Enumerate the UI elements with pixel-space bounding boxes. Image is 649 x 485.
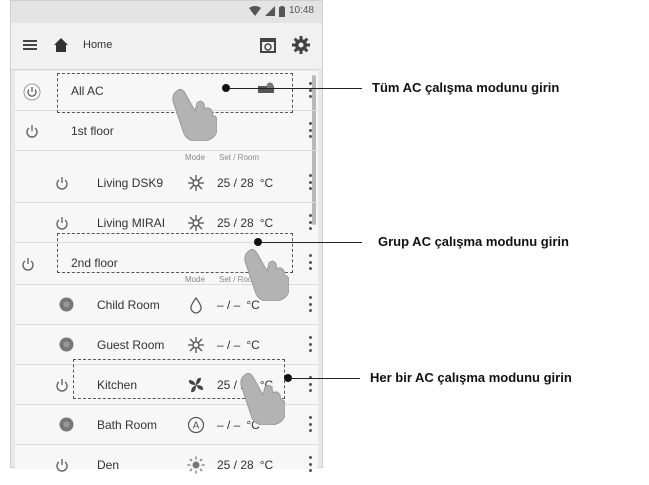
temp-unit: °C xyxy=(259,458,274,472)
temp-reading: 25 / 28 °C xyxy=(217,216,273,230)
temp-reading: 25 / 28 °C xyxy=(217,458,273,472)
temp-value: – / – xyxy=(217,298,241,312)
more-icon[interactable] xyxy=(308,122,312,138)
svg-text:A: A xyxy=(193,421,200,432)
temp-value: – / – xyxy=(217,418,241,432)
temp-reading: 25 / 28 °C xyxy=(217,176,273,190)
temp-value: – / – xyxy=(217,338,241,352)
callout-dot xyxy=(222,84,230,92)
callout-line xyxy=(292,378,360,379)
sun-icon xyxy=(187,456,205,474)
power-icon[interactable] xyxy=(59,417,74,432)
status-time: 10:48 xyxy=(288,5,314,16)
tap-hand-icon xyxy=(172,88,217,141)
callout-group: Grup AC çalışma modunu girin xyxy=(378,234,569,249)
power-icon[interactable] xyxy=(25,124,39,138)
temp-unit: °C xyxy=(246,338,260,352)
fan-icon xyxy=(188,175,204,191)
callout-line xyxy=(262,242,362,243)
unit-name: Guest Room xyxy=(97,338,165,352)
callout-dot xyxy=(254,238,262,246)
more-icon[interactable] xyxy=(308,214,312,230)
temp-value: 25 / 28 xyxy=(217,216,254,230)
more-icon[interactable] xyxy=(308,336,312,352)
unit-name: Bath Room xyxy=(97,418,158,432)
fan-icon xyxy=(188,337,204,353)
tap-hand-icon xyxy=(240,372,285,425)
calendar-icon[interactable] xyxy=(259,36,277,54)
fan-icon xyxy=(188,215,204,231)
column-header-mode: Mode xyxy=(185,275,206,284)
callout-dot xyxy=(284,374,292,382)
power-icon[interactable] xyxy=(55,458,69,472)
power-icon[interactable] xyxy=(55,176,69,190)
app-bar: Home xyxy=(11,23,322,70)
phone-screen: 10:48 Home All AC 1st floor Mode Set / R… xyxy=(10,0,323,474)
power-icon[interactable] xyxy=(55,216,69,230)
unit-row-den[interactable]: Den 25 / 28 °C xyxy=(15,445,318,485)
more-icon[interactable] xyxy=(308,82,312,98)
menu-icon[interactable] xyxy=(23,38,37,52)
more-icon[interactable] xyxy=(308,456,312,472)
more-icon[interactable] xyxy=(308,296,312,312)
unit-name: Child Room xyxy=(97,298,160,312)
status-bar: 10:48 xyxy=(11,1,322,23)
temp-value: 25 / 28 xyxy=(217,458,254,472)
dry-icon xyxy=(190,296,202,314)
more-icon[interactable] xyxy=(308,254,312,270)
unit-name: Living DSK9 xyxy=(97,176,164,190)
column-header-set-room: Set / Room xyxy=(219,153,260,162)
callout-each: Her bir AC çalışma modunu girin xyxy=(370,370,572,385)
power-icon[interactable] xyxy=(59,297,74,312)
auto-icon: A xyxy=(187,416,205,434)
power-icon[interactable] xyxy=(59,337,74,352)
home-icon[interactable] xyxy=(53,37,69,53)
gear-icon[interactable] xyxy=(291,35,311,55)
floor-label: 1st floor xyxy=(71,124,114,138)
temp-unit: °C xyxy=(259,216,274,230)
tap-hand-icon xyxy=(244,248,289,301)
wifi-icon xyxy=(248,6,261,16)
column-header-mode: Mode xyxy=(185,153,206,162)
more-icon[interactable] xyxy=(308,174,312,190)
status-icons: 10:48 xyxy=(248,5,314,17)
power-icon[interactable] xyxy=(23,83,41,101)
unit-name: Den xyxy=(97,458,120,472)
battery-icon xyxy=(278,5,285,17)
power-icon[interactable] xyxy=(55,378,69,392)
callout-all-ac: Tüm AC çalışma modunu girin xyxy=(372,80,560,95)
floor-row-1[interactable]: 1st floor xyxy=(15,111,318,151)
callout-line xyxy=(230,88,362,89)
more-icon[interactable] xyxy=(308,416,312,432)
app-title: Home xyxy=(83,39,113,51)
signal-icon xyxy=(264,6,275,16)
power-icon[interactable] xyxy=(21,257,35,271)
temp-unit: °C xyxy=(259,176,274,190)
temp-reading: – / – °C xyxy=(217,338,260,352)
temp-value: 25 / 28 xyxy=(217,176,254,190)
unit-row-living-dsk9[interactable]: Living DSK9 25 / 28 °C xyxy=(15,163,318,203)
unit-name: Living MIRAI xyxy=(97,216,166,230)
